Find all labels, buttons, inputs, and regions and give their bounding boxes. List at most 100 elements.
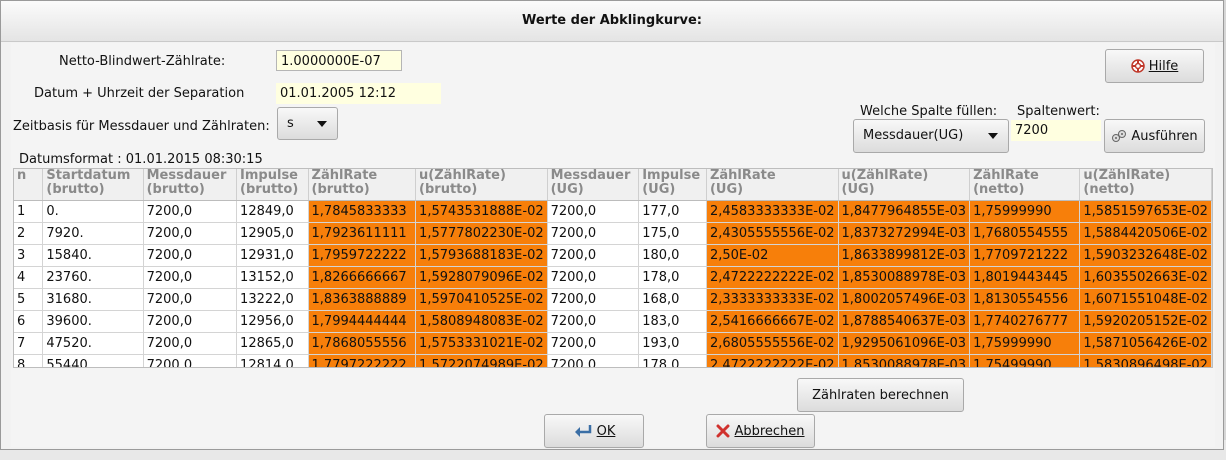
column-header[interactable]: ZählRate (netto) — [969, 169, 1081, 201]
table-cell[interactable]: 4 — [14, 266, 44, 289]
table-cell[interactable]: 7200,0 — [143, 288, 238, 311]
table-cell[interactable]: 23760. — [42, 266, 144, 289]
table-cell[interactable]: 7200,0 — [143, 310, 238, 333]
table-cell[interactable]: 7200,0 — [143, 200, 238, 223]
table-cell[interactable]: 1,5777802230E-02 — [415, 222, 548, 245]
table-cell[interactable]: 1,7959722222 — [308, 244, 417, 267]
table-cell[interactable]: 7200,0 — [547, 332, 640, 355]
table-cell[interactable]: 2,6805555556E-02 — [706, 332, 839, 355]
table-row[interactable]: 4 23760. 7200,0 13152,0 1,8266666667 1,592807… — [14, 266, 1212, 289]
table-cell[interactable]: 7920. — [42, 222, 144, 245]
column-header[interactable]: Impulse (brutto) — [236, 169, 309, 201]
table-cell[interactable]: 1,5871056426E-02 — [1079, 332, 1212, 355]
table-cell[interactable]: 1,7709721222 — [969, 244, 1081, 267]
table-cell[interactable]: 7200,0 — [143, 354, 238, 367]
table-cell[interactable]: 8 — [14, 354, 44, 367]
table-cell[interactable]: 1,8019443445 — [969, 266, 1081, 289]
table-cell[interactable]: 1,5743531888E-02 — [415, 200, 548, 223]
table-cell[interactable]: 1,5808948083E-02 — [415, 310, 548, 333]
zaehlraten-berechnen-button[interactable]: Zählraten berechnen — [797, 378, 964, 412]
table-cell[interactable]: 1,5928079096E-02 — [415, 266, 548, 289]
table-cell[interactable]: 2 — [14, 222, 44, 245]
table-cell[interactable]: 2,5416666667E-02 — [706, 310, 839, 333]
table-cell[interactable]: 1,8373272994E-03 — [838, 222, 971, 245]
table-cell[interactable]: 180,0 — [638, 244, 707, 267]
table-cell[interactable]: 39600. — [42, 310, 144, 333]
column-header[interactable]: n — [14, 169, 44, 201]
table-cell[interactable]: 1,8477964855E-03 — [838, 200, 971, 223]
table-cell[interactable]: 1,8266666667 — [308, 266, 417, 289]
table-cell[interactable]: 1,7994444444 — [308, 310, 417, 333]
abbrechen-button[interactable]: Abbrechen — [706, 414, 815, 448]
data-table[interactable]: n Startdatum (brutto) Messdauer (brutto) I… — [13, 168, 1213, 368]
column-header[interactable]: Messdauer (brutto) — [143, 169, 238, 201]
table-cell[interactable]: 1 — [14, 200, 44, 223]
table-cell[interactable]: 1,5920205152E-02 — [1079, 310, 1212, 333]
table-row[interactable]: 2 7920. 7200,0 12905,0 1,7923611111 1,5777802… — [14, 222, 1212, 245]
table-cell[interactable]: 12849,0 — [236, 200, 309, 223]
table-cell[interactable]: 1,5830896498E-02 — [1079, 354, 1212, 367]
table-row[interactable]: 3 15840. 7200,0 12931,0 1,7959722222 1,579368… — [14, 244, 1212, 267]
table-cell[interactable]: 7200,0 — [143, 332, 238, 355]
table-row[interactable]: 1 0. 7200,0 12849,0 1,7845833333 1,5743531888… — [14, 200, 1212, 223]
table-cell[interactable]: 7200,0 — [547, 310, 640, 333]
blindwert-input[interactable]: 1.0000000E-07 — [276, 50, 402, 71]
table-cell[interactable]: 55440. — [42, 354, 144, 367]
table-cell[interactable]: 31680. — [42, 288, 144, 311]
table-cell[interactable]: 183,0 — [638, 310, 707, 333]
table-cell[interactable]: 1,5793688183E-02 — [415, 244, 548, 267]
table-cell[interactable]: 1,5753331021E-02 — [415, 332, 548, 355]
table-cell[interactable]: 1,8530088978E-03 — [838, 354, 971, 367]
table-cell[interactable]: 7200,0 — [143, 222, 238, 245]
table-cell[interactable]: 2,50E-02 — [706, 244, 839, 267]
table-cell[interactable]: 1,7923611111 — [308, 222, 417, 245]
table-cell[interactable]: 1,75999990 — [969, 200, 1081, 223]
table-cell[interactable]: 3 — [14, 244, 44, 267]
table-cell[interactable]: 2,4583333333E-02 — [706, 200, 839, 223]
table-cell[interactable]: 13152,0 — [236, 266, 309, 289]
table-cell[interactable]: 12814,0 — [236, 354, 309, 367]
table-cell[interactable]: 1,5851597653E-02 — [1079, 200, 1212, 223]
table-cell[interactable]: 1,75999990 — [969, 332, 1081, 355]
table-row[interactable]: 5 31680. 7200,0 13222,0 1,8363888889 1,597041… — [14, 288, 1212, 311]
table-cell[interactable]: 7200,0 — [547, 244, 640, 267]
table-cell[interactable]: 1,8130554556 — [969, 288, 1081, 311]
spalte-select[interactable]: Messdauer(UG) — [853, 119, 1009, 153]
table-cell[interactable]: 2,4305555556E-02 — [706, 222, 839, 245]
table-cell[interactable]: 1,7740276777 — [969, 310, 1081, 333]
column-header[interactable]: ZählRate (brutto) — [308, 169, 417, 201]
spaltenwert-input[interactable]: 7200 — [1011, 120, 1101, 141]
column-header[interactable]: u(ZählRate) (brutto) — [415, 169, 548, 201]
column-header[interactable]: u(ZählRate) (UG) — [838, 169, 971, 201]
table-cell[interactable]: 47520. — [42, 332, 144, 355]
ok-button[interactable]: OK — [544, 414, 644, 448]
table-cell[interactable]: 6 — [14, 310, 44, 333]
column-header[interactable]: Impulse (UG) — [638, 169, 707, 201]
table-cell[interactable]: 1,75499990 — [969, 354, 1081, 367]
table-cell[interactable]: 1,5970410525E-02 — [415, 288, 548, 311]
table-cell[interactable]: 13222,0 — [236, 288, 309, 311]
table-cell[interactable]: 7200,0 — [547, 222, 640, 245]
table-cell[interactable]: 1,7797222222 — [308, 354, 417, 367]
hilfe-button[interactable]: Hilfe — [1105, 49, 1204, 83]
table-cell[interactable]: 1,8363888889 — [308, 288, 417, 311]
table-cell[interactable]: 1,7868055556 — [308, 332, 417, 355]
table-cell[interactable]: 1,5884420506E-02 — [1079, 222, 1212, 245]
table-cell[interactable]: 7200,0 — [143, 266, 238, 289]
table-cell[interactable]: 175,0 — [638, 222, 707, 245]
table-cell[interactable]: 12905,0 — [236, 222, 309, 245]
column-header[interactable]: Messdauer (UG) — [547, 169, 640, 201]
table-cell[interactable]: 12931,0 — [236, 244, 309, 267]
table-cell[interactable]: 1,9295061096E-03 — [838, 332, 971, 355]
table-row[interactable]: 7 47520. 7200,0 12865,0 1,7868055556 1,575333… — [14, 332, 1212, 355]
table-cell[interactable]: 7200,0 — [547, 266, 640, 289]
ausfuehren-button[interactable]: Ausführen — [1104, 119, 1205, 153]
column-header[interactable]: u(ZählRate) (netto) — [1079, 169, 1212, 201]
table-cell[interactable]: 2,4722222222E-02 — [706, 354, 839, 367]
table-cell[interactable]: 12865,0 — [236, 332, 309, 355]
table-cell[interactable]: 168,0 — [638, 288, 707, 311]
table-cell[interactable]: 7200,0 — [547, 354, 640, 367]
table-cell[interactable]: 7 — [14, 332, 44, 355]
table-row[interactable]: 6 39600. 7200,0 12956,0 1,7994444444 1,580894… — [14, 310, 1212, 333]
table-cell[interactable]: 178,0 — [638, 354, 707, 367]
